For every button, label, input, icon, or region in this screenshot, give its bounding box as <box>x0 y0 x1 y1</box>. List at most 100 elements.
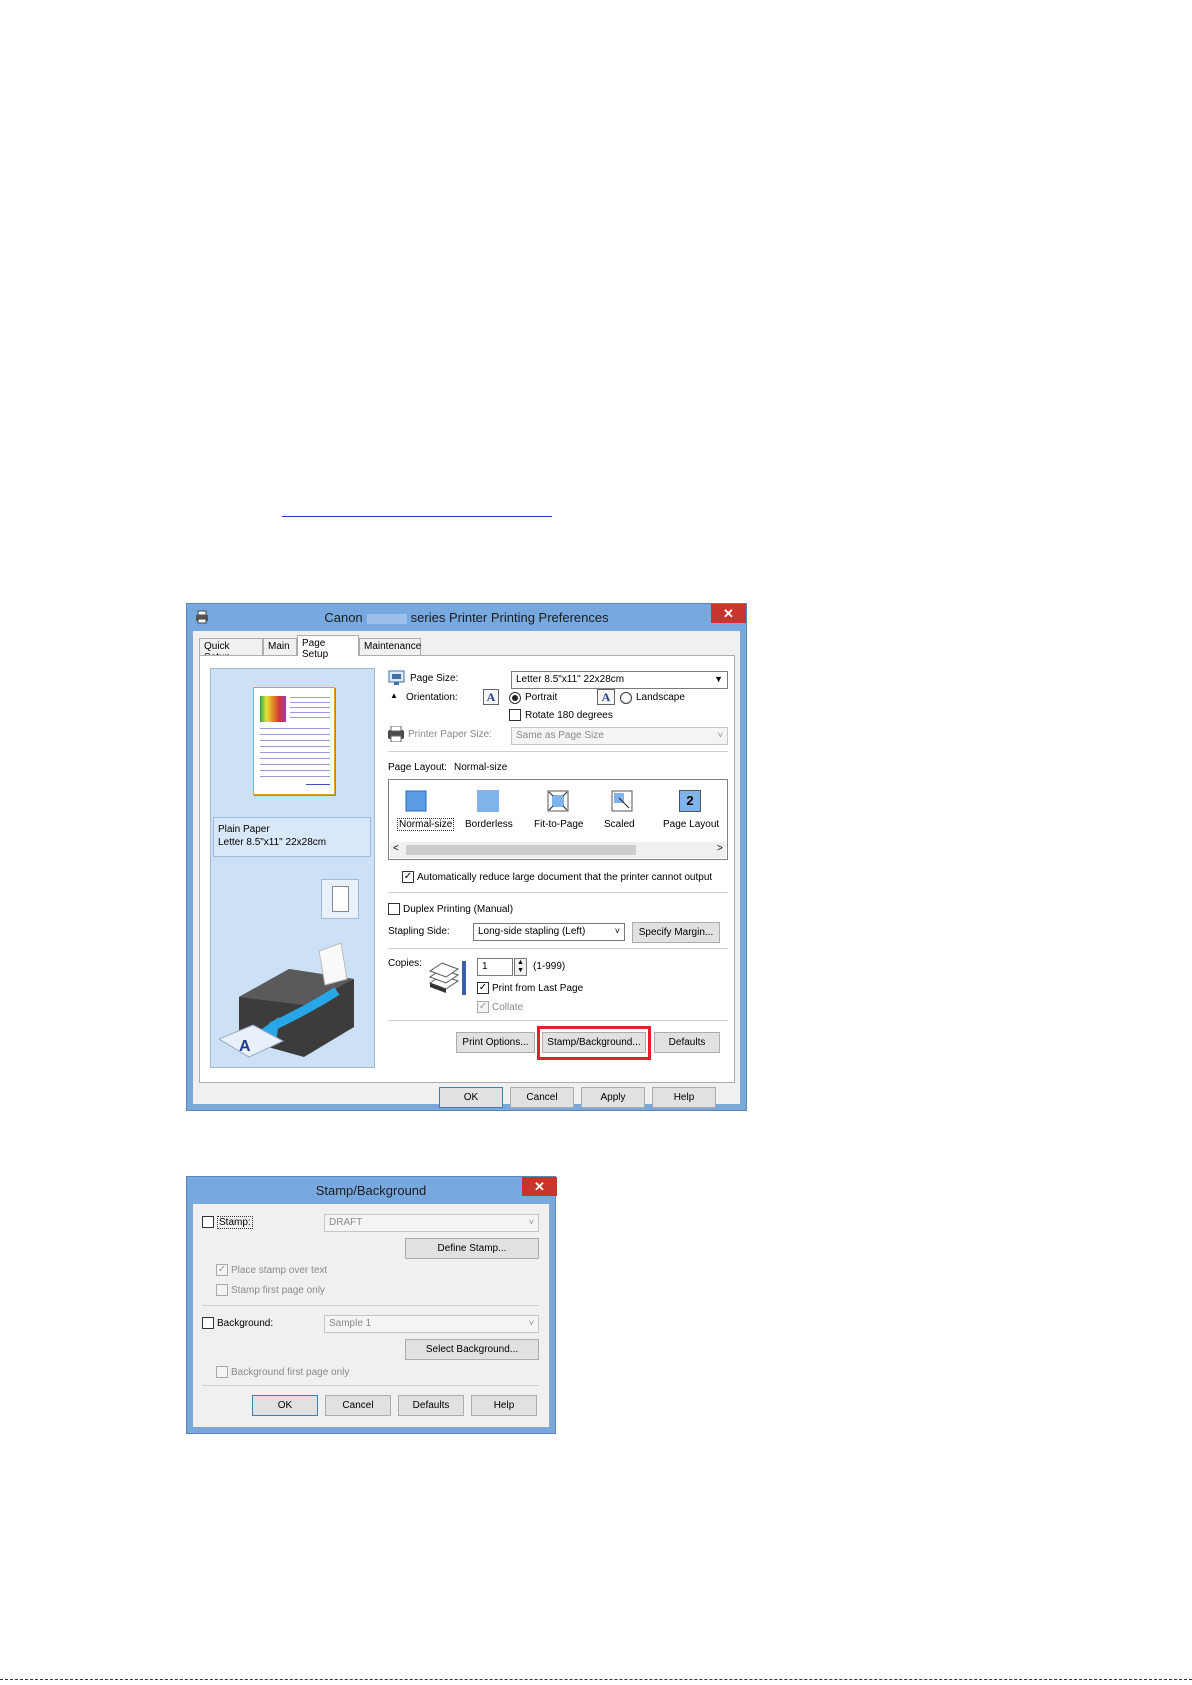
title-bar[interactable]: Canon series Printer Printing Preferences… <box>187 604 746 631</box>
tab-quick-setup[interactable]: Quick Setup <box>199 638 263 663</box>
duplex-label[interactable]: Duplex Printing (Manual) <box>403 904 513 915</box>
chevron-down-icon: ˅ <box>614 926 620 936</box>
stapling-side-select[interactable]: Long-side stapling (Left) ˅ <box>473 923 625 941</box>
auto-reduce-checkbox[interactable]: ✓ <box>402 871 414 883</box>
divider <box>202 1305 539 1306</box>
layout-option-page-layout[interactable]: Page Layout <box>663 819 719 830</box>
ok-button[interactable]: OK <box>439 1087 503 1108</box>
portrait-label[interactable]: Portrait <box>525 692 557 703</box>
scrollbar-thumb[interactable] <box>406 845 636 855</box>
place-over-text-label[interactable]: Place stamp over text <box>231 1265 327 1276</box>
help-button[interactable]: Help <box>652 1087 716 1108</box>
printing-preferences-window: Canon series Printer Printing Preferences… <box>186 603 747 1111</box>
chevron-down-icon: ˅ <box>528 1318 534 1328</box>
page-layout-icon[interactable]: 2 <box>679 790 701 812</box>
defaults-button[interactable]: Defaults <box>654 1032 720 1053</box>
orientation-label: Orientation: <box>406 692 458 703</box>
borderless-icon[interactable] <box>477 790 499 812</box>
divider <box>388 1020 728 1021</box>
background-checkbox[interactable] <box>202 1317 214 1329</box>
print-options-button[interactable]: Print Options... <box>456 1032 535 1053</box>
cancel-button[interactable]: Cancel <box>510 1087 574 1108</box>
preview-line <box>290 702 330 703</box>
page-layout-list[interactable]: Normal-size Borderless Fit-to-Page Scale… <box>388 779 728 860</box>
scroll-right-icon[interactable]: > <box>717 843 723 854</box>
title-bar[interactable]: Stamp/Background ✕ <box>187 1177 557 1204</box>
preview-line <box>306 784 330 785</box>
stamp-label[interactable]: Stamp: <box>217 1216 253 1229</box>
background-first-page-label[interactable]: Background first page only <box>231 1367 349 1378</box>
landscape-radio[interactable] <box>620 692 632 704</box>
layout-option-borderless[interactable]: Borderless <box>465 819 513 830</box>
printer-paper-size-select[interactable]: Same as Page Size ˅ <box>511 727 728 745</box>
duplex-checkbox[interactable] <box>388 903 400 915</box>
scroll-left-icon[interactable]: < <box>393 843 399 854</box>
preview-line <box>260 734 330 735</box>
landscape-label[interactable]: Landscape <box>636 692 685 703</box>
stamp-select[interactable]: DRAFT ˅ <box>324 1214 539 1232</box>
layout-option-scaled[interactable]: Scaled <box>604 819 635 830</box>
auto-reduce-label[interactable]: Automatically reduce large document that… <box>417 872 712 883</box>
tab-page-setup[interactable]: Page Setup <box>297 635 359 660</box>
paper-info-box: Plain Paper Letter 8.5"x11" 22x28cm <box>213 817 371 857</box>
background-first-page-checkbox[interactable] <box>216 1366 228 1378</box>
layout-option-normal-size[interactable]: Normal-size <box>397 818 455 831</box>
fit-to-page-icon[interactable] <box>547 790 569 812</box>
place-over-text-checkbox[interactable]: ✓ <box>216 1264 228 1276</box>
stamp-first-page-label[interactable]: Stamp first page only <box>231 1285 325 1296</box>
apply-button[interactable]: Apply <box>581 1087 645 1108</box>
tab-maintenance[interactable]: Maintenance <box>359 638 421 655</box>
define-stamp-button[interactable]: Define Stamp... <box>405 1238 539 1259</box>
background-label[interactable]: Background: <box>217 1318 273 1329</box>
dialog-client-area: Stamp: DRAFT ˅ Define Stamp... ✓ Place st… <box>193 1204 549 1427</box>
document-link[interactable] <box>282 505 552 517</box>
stamp-first-page-checkbox[interactable] <box>216 1284 228 1296</box>
redacted-model <box>366 613 407 624</box>
divider <box>388 751 728 752</box>
close-button[interactable]: ✕ <box>522 1177 557 1196</box>
preview-line <box>260 728 330 729</box>
divider <box>388 948 728 949</box>
portrait-radio[interactable] <box>509 692 521 704</box>
page-layout-label: Page Layout: <box>388 762 447 773</box>
close-button[interactable]: ✕ <box>711 604 746 623</box>
help-button[interactable]: Help <box>471 1395 537 1416</box>
background-select[interactable]: Sample 1 ˅ <box>324 1315 539 1333</box>
orientation-icon: ▲ <box>390 691 398 700</box>
copies-stack-icon <box>428 961 466 995</box>
stamp-background-highlight <box>537 1026 651 1060</box>
page-size-select[interactable]: Letter 8.5"x11" 22x28cm ▼ <box>511 671 728 689</box>
defaults-button[interactable]: Defaults <box>398 1395 464 1416</box>
printer-paper-size-label: Printer Paper Size: <box>408 729 492 740</box>
rotate-180-label[interactable]: Rotate 180 degrees <box>525 710 613 721</box>
divider <box>388 892 728 893</box>
chevron-down-icon: ˅ <box>717 730 723 740</box>
rotate-180-checkbox[interactable] <box>509 709 521 721</box>
layout-option-fit-to-page[interactable]: Fit-to-Page <box>534 819 583 830</box>
dialog-client-area: Quick Setup Main Page Setup Maintenance <box>193 631 740 1108</box>
copies-spinner[interactable]: ▲ ▼ <box>514 958 527 976</box>
page-setup-panel: Plain Paper Letter 8.5"x11" 22x28cm A Pa… <box>199 655 735 1083</box>
printer-paper-size-icon <box>388 726 404 742</box>
page-preview-thumbnail <box>253 687 335 795</box>
collate-checkbox[interactable]: ✓ <box>477 1001 489 1013</box>
ok-button[interactable]: OK <box>252 1395 318 1416</box>
tab-main[interactable]: Main <box>263 638 297 655</box>
print-from-last-page-label[interactable]: Print from Last Page <box>492 983 583 994</box>
normal-size-icon[interactable] <box>405 790 427 812</box>
print-from-last-page-checkbox[interactable]: ✓ <box>477 982 489 994</box>
landscape-icon: A <box>597 689 615 705</box>
cancel-button[interactable]: Cancel <box>325 1395 391 1416</box>
print-preview-area: Plain Paper Letter 8.5"x11" 22x28cm A <box>210 668 375 1068</box>
stamp-checkbox[interactable] <box>202 1216 214 1228</box>
scaled-icon[interactable] <box>611 790 633 812</box>
specify-margin-button[interactable]: Specify Margin... <box>632 922 720 943</box>
collate-label[interactable]: Collate <box>492 1002 523 1013</box>
chevron-down-icon: ▼ <box>714 674 723 684</box>
footer-divider <box>0 1679 1192 1680</box>
layout-scrollbar[interactable]: < > <box>390 842 726 858</box>
copies-range-text: (1-999) <box>533 961 566 972</box>
svg-text:A: A <box>239 1038 251 1055</box>
select-background-button[interactable]: Select Background... <box>405 1339 539 1360</box>
copies-input[interactable]: 1 <box>477 958 513 976</box>
